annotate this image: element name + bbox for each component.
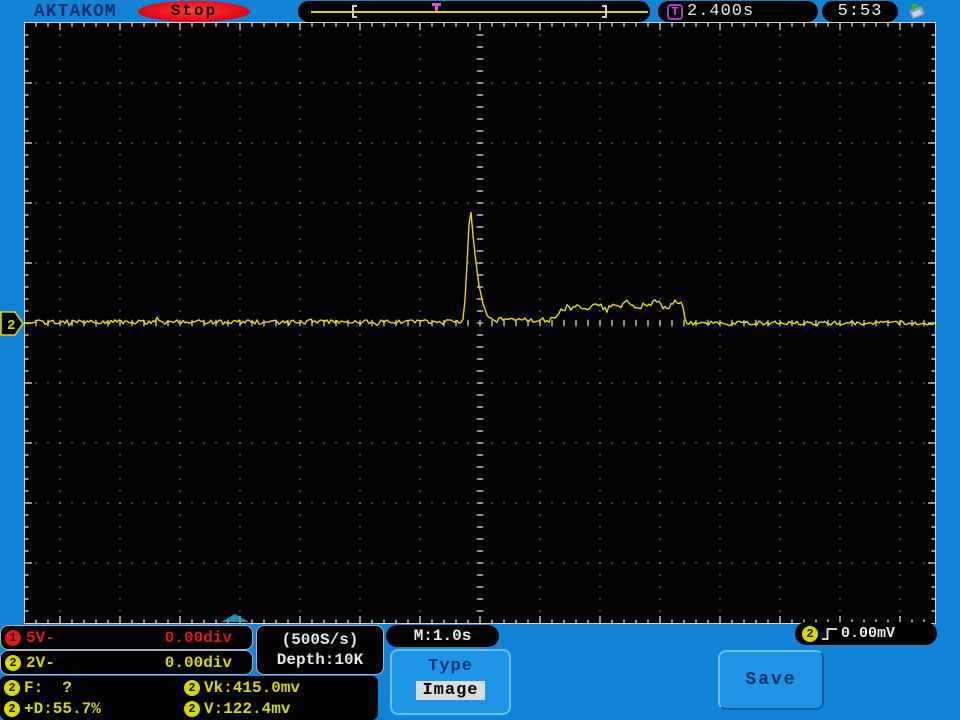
trigger-icon: T xyxy=(667,3,683,20)
channel-1-status: 1 5V- 0.00div xyxy=(0,625,253,650)
measurement-channel-badge: 2 xyxy=(4,680,20,696)
channel-2-position: 0.00div xyxy=(164,653,232,672)
channel-2-status: 2 2V- 0.00div xyxy=(0,650,253,675)
measurement-channel-badge: 2 xyxy=(184,701,200,717)
channel-2-scale: 2V- xyxy=(26,653,55,672)
horizontal-position-bar xyxy=(298,1,650,22)
measurement-v: 2 V:122.4mv xyxy=(184,700,290,718)
channel-2-position-label: 2 xyxy=(7,318,15,334)
waveform-display xyxy=(24,22,936,624)
channel-1-badge: 1 xyxy=(5,629,21,646)
window-right-bracket xyxy=(602,5,607,18)
trigger-position-marker-icon xyxy=(432,3,441,11)
measurement-duty: 2 +D:55.7% xyxy=(4,700,101,718)
usb-disk-icon xyxy=(909,3,925,19)
measurements-panel: 2 F: ? 2 Vk:415.0mv 2 +D:55.7% 2 V:122.4… xyxy=(0,676,378,720)
channel-2-badge: 2 xyxy=(5,654,21,671)
measurement-channel-badge: 2 xyxy=(4,701,20,717)
memory-depth: Depth:10K xyxy=(276,651,364,669)
clock: 5:53 xyxy=(822,1,898,22)
trigger-time-pill: T 2.400s xyxy=(658,1,818,22)
oscilloscope-ui: { "header": { "brand": "AKTAKOM", "run_s… xyxy=(0,0,960,720)
trigger-time-value: 2.400s xyxy=(687,2,755,21)
window-left-bracket xyxy=(352,5,357,18)
timebase-pill: M:1.0s xyxy=(386,625,499,647)
acquisition-info: (500S/s) Depth:10K xyxy=(256,625,384,675)
position-line xyxy=(311,11,648,13)
measurement-frequency: 2 F: ? xyxy=(4,679,72,697)
trigger-level-value: 0.00mV xyxy=(841,625,896,642)
measurement-channel-badge: 2 xyxy=(184,680,200,696)
run-state-badge: Stop xyxy=(138,1,250,22)
menu-title: Type xyxy=(428,657,473,676)
channel-2-trace xyxy=(24,211,936,327)
channel-1-scale: 5V- xyxy=(26,628,55,647)
menu-item-image[interactable]: Image xyxy=(416,681,485,700)
trigger-channel-badge: 2 xyxy=(802,625,818,642)
sample-rate: (500S/s) xyxy=(281,631,359,649)
channel-1-position: 0.00div xyxy=(164,628,232,647)
measurement-vk: 2 Vk:415.0mv xyxy=(184,679,300,697)
save-button[interactable]: Save xyxy=(718,650,824,710)
menu-panel[interactable]: Type Image xyxy=(390,649,511,715)
channel-2-position-marker: 2 xyxy=(0,311,24,336)
graticule-and-trace xyxy=(24,23,936,623)
rising-edge-icon xyxy=(822,627,837,640)
brand-logo: AKTAKOM xyxy=(34,2,117,22)
trigger-level-pill: 2 0.00mV xyxy=(795,622,937,645)
